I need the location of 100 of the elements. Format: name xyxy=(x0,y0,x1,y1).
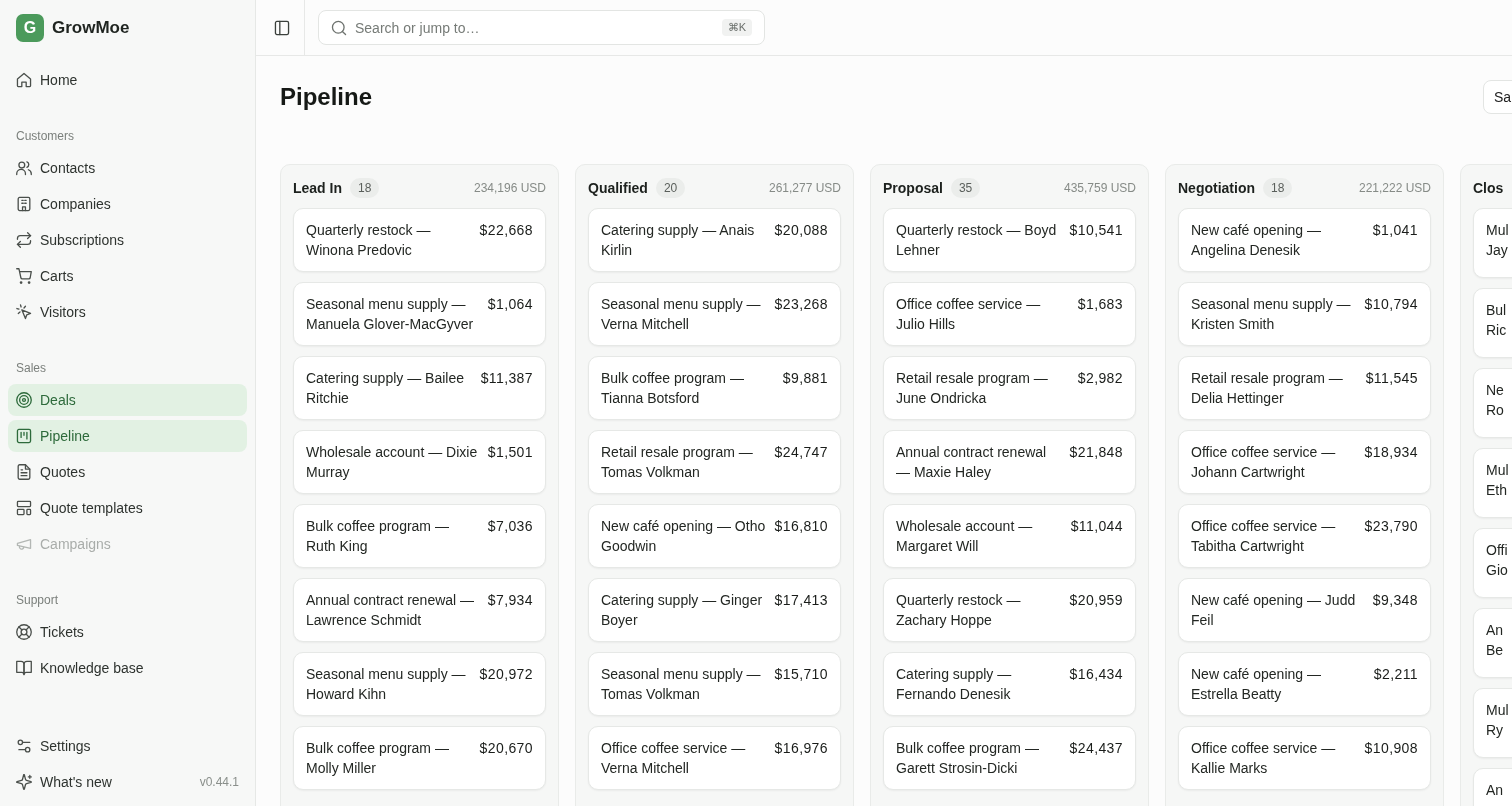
deal-card[interactable]: An Be xyxy=(1473,608,1512,678)
nav-item[interactable]: Visitors xyxy=(8,296,247,328)
kanban-icon xyxy=(16,428,32,444)
deal-card[interactable]: Seasonal menu supply — Verna Mitchell $23,268 xyxy=(588,282,841,346)
deal-title: Bulk coffee program — Garett Strosin-Dicki xyxy=(896,739,1040,778)
layout-icon xyxy=(16,500,32,516)
deal-amount: $20,959 xyxy=(1069,591,1123,610)
deal-amount: $7,036 xyxy=(487,517,533,536)
deal-card[interactable]: Quarterly restock — Winona Predovic $22,668 xyxy=(293,208,546,272)
deal-card[interactable]: Catering supply — Anais Kirlin $20,088 xyxy=(588,208,841,272)
deal-card[interactable]: Office coffee service — Julio Hills $1,683 xyxy=(883,282,1136,346)
search-icon xyxy=(331,19,347,36)
book-icon xyxy=(16,660,32,676)
deal-card[interactable]: Bul Ric xyxy=(1473,288,1512,358)
deal-title: Bul Ric xyxy=(1486,301,1508,340)
deal-amount: $20,088 xyxy=(774,221,828,240)
deal-title: Retail resale program — June Ondricka xyxy=(896,369,1049,408)
deal-title: Bulk coffee program — Molly Miller xyxy=(306,739,450,778)
stage-title: Proposal xyxy=(883,180,943,196)
deal-card[interactable]: New café opening — Otho Goodwin $16,810 xyxy=(588,504,841,568)
deal-card[interactable]: Office coffee service — Kallie Marks $10,908 xyxy=(1178,726,1431,790)
section-heading: Support xyxy=(15,592,60,608)
deal-card[interactable]: Mul Jay xyxy=(1473,208,1512,278)
deal-card[interactable]: Catering supply — Ginger Boyer $17,413 xyxy=(588,578,841,642)
deal-amount: $7,934 xyxy=(487,591,533,610)
deal-card[interactable]: Seasonal menu supply — Manuela Glover-MacGyver $1,064 xyxy=(293,282,546,346)
deal-title: Office coffee service — Verna Mitchell xyxy=(601,739,747,778)
people-icon xyxy=(16,160,32,176)
deal-amount: $11,387 xyxy=(480,369,533,388)
deal-card[interactable]: Bulk coffee program — Ruth King $7,036 xyxy=(293,504,546,568)
house-icon xyxy=(16,72,32,88)
deal-card[interactable]: Wholesale account — Dixie Murray $1,501 xyxy=(293,430,546,494)
panel-icon xyxy=(274,19,290,36)
deal-card[interactable]: New café opening — Judd Feil $9,348 xyxy=(1178,578,1431,642)
deal-title: Offi Gio xyxy=(1486,541,1509,580)
section-heading: Sales xyxy=(15,360,48,376)
repeat-icon xyxy=(16,232,32,248)
deal-card[interactable]: An xyxy=(1473,768,1512,806)
deal-card[interactable]: Quarterly restock — Boyd Lehner $10,541 xyxy=(883,208,1136,272)
deal-card[interactable]: Retail resale program — June Ondricka $2,982 xyxy=(883,356,1136,420)
deal-card[interactable]: Mul Eth xyxy=(1473,448,1512,518)
lifebuoy-icon xyxy=(16,624,32,640)
deal-card[interactable]: Retail resale program — Delia Hettinger $11,545 xyxy=(1178,356,1431,420)
deal-title: Annual contract renewal — Maxie Haley xyxy=(896,443,1048,482)
nav-item[interactable]: Home xyxy=(8,64,247,96)
deal-title: Wholesale account — Dixie Murray xyxy=(306,443,479,482)
deal-card[interactable]: Seasonal menu supply — Howard Kihn $20,972 xyxy=(293,652,546,716)
nav-item[interactable]: Settings xyxy=(8,730,247,762)
document-icon xyxy=(16,464,32,480)
deal-title: Bulk coffee program — Ruth King xyxy=(306,517,450,556)
deal-card[interactable]: Retail resale program — Tomas Volkman $24,747 xyxy=(588,430,841,494)
nav-item[interactable]: Carts xyxy=(8,260,247,292)
deal-card[interactable]: New café opening — Estrella Beatty $2,211 xyxy=(1178,652,1431,716)
deal-card[interactable]: Annual contract renewal — Lawrence Schmidt $7,934 xyxy=(293,578,546,642)
nav-item[interactable]: Knowledge base xyxy=(8,652,247,684)
deal-card[interactable]: New café opening — Angelina Denesik $1,041 xyxy=(1178,208,1431,272)
page-action-button[interactable]: Sa xyxy=(1482,80,1512,114)
deal-card[interactable]: Seasonal menu supply — Kristen Smith $10,794 xyxy=(1178,282,1431,346)
deal-title: Ne Ro xyxy=(1486,381,1505,420)
deal-amount: $10,541 xyxy=(1069,221,1123,240)
nav-item[interactable]: Quotes xyxy=(8,456,247,488)
count-badge: 18 xyxy=(350,178,380,198)
deal-amount: $10,908 xyxy=(1364,739,1418,758)
deal-amount: $18,934 xyxy=(1364,443,1418,462)
deal-card[interactable]: Catering supply — Bailee Ritchie $11,387 xyxy=(293,356,546,420)
nav-item[interactable]: Deals xyxy=(8,384,247,416)
deal-title: Office coffee service — Kallie Marks xyxy=(1191,739,1337,778)
nav-item[interactable]: What's new v0.44.1 xyxy=(8,766,247,798)
deal-card[interactable]: Ne Ro xyxy=(1473,368,1512,438)
deal-amount: $10,794 xyxy=(1364,295,1418,314)
deal-title: Quarterly restock — Boyd Lehner xyxy=(896,221,1058,260)
deal-amount: $23,268 xyxy=(774,295,828,314)
nav-item[interactable]: Contacts xyxy=(8,152,247,184)
deal-card[interactable]: Catering supply — Fernando Denesik $16,434 xyxy=(883,652,1136,716)
version-label: v0.44.1 xyxy=(199,775,239,789)
deal-card[interactable]: Mul Ry xyxy=(1473,688,1512,758)
deal-card[interactable]: Bulk coffee program — Garett Strosin-Dicki $24,437 xyxy=(883,726,1136,790)
deal-card[interactable]: Bulk coffee program — Tianna Botsford $9,881 xyxy=(588,356,841,420)
deal-card[interactable]: Quarterly restock — Zachary Hoppe $20,959 xyxy=(883,578,1136,642)
deal-amount: $22,668 xyxy=(479,221,533,240)
deal-card[interactable]: Offi Gio xyxy=(1473,528,1512,598)
shortcut-hint: ⌘K xyxy=(721,19,752,36)
nav-item[interactable]: Companies xyxy=(8,188,247,220)
deal-card[interactable]: Annual contract renewal — Maxie Haley $21,848 xyxy=(883,430,1136,494)
nav-item[interactable]: Quote templates xyxy=(8,492,247,524)
deal-card[interactable]: Wholesale account — Margaret Will $11,044 xyxy=(883,504,1136,568)
deal-card[interactable]: Bulk coffee program — Molly Miller $20,670 xyxy=(293,726,546,790)
deal-amount: $20,972 xyxy=(479,665,533,684)
page-title: Pipeline xyxy=(280,82,373,112)
count-badge: 18 xyxy=(1263,178,1293,198)
deal-card[interactable]: Office coffee service — Verna Mitchell $16,976 xyxy=(588,726,841,790)
deal-amount: $11,044 xyxy=(1070,517,1123,536)
nav-item[interactable]: Subscriptions xyxy=(8,224,247,256)
deal-card[interactable]: Office coffee service — Johann Cartwright $18,934 xyxy=(1178,430,1431,494)
deal-title: Seasonal menu supply — Kristen Smith xyxy=(1191,295,1352,334)
deal-card[interactable]: Seasonal menu supply — Tomas Volkman $15,710 xyxy=(588,652,841,716)
deal-card[interactable]: Office coffee service — Tabitha Cartwright $23,790 xyxy=(1178,504,1431,568)
nav-item[interactable]: Tickets xyxy=(8,616,247,648)
stage-title: Negotiation xyxy=(1178,180,1255,196)
nav-item[interactable]: Pipeline xyxy=(8,420,247,452)
